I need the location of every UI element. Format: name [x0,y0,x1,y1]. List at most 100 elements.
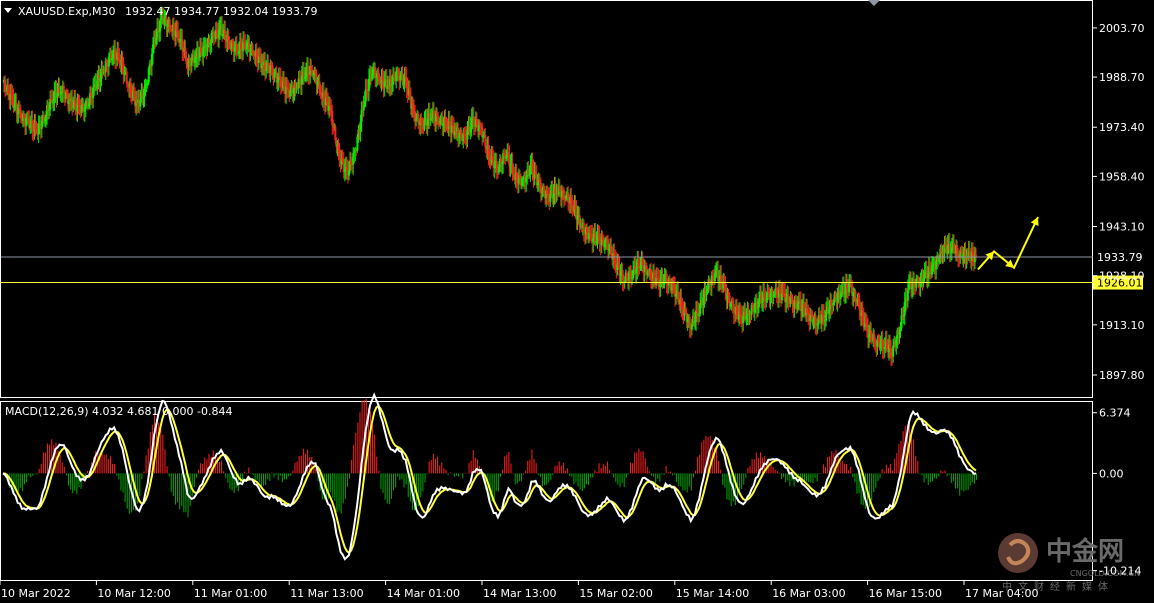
macd-histogram-bar [42,452,44,474]
macd-histogram-bar [579,473,581,490]
macd-histogram-bar [334,473,336,502]
macd-histogram-bar [665,465,667,474]
macd-histogram-bar [424,473,426,483]
macd-histogram-bar [931,473,933,482]
macd-histogram-bar [671,473,673,476]
macd-y-tick-label: 0.00 [1099,467,1124,480]
macd-histogram-bar [959,473,961,496]
macd-histogram-bar [145,455,147,474]
macd-histogram-bar [388,473,390,505]
macd-histogram-bar [143,471,145,474]
macd-histogram-bar [141,473,143,480]
macd-histogram-bar [292,470,294,474]
macd-histogram-bar [636,452,638,474]
macd-histogram-bar [344,473,346,499]
macd-histogram-bar [669,471,671,474]
macd-histogram-bar [204,457,206,474]
macd-histogram-bar [774,469,776,474]
y-tick-label: 2003.70 [1099,22,1145,35]
macd-histogram-bar [160,428,162,474]
macd-histogram-bar [63,466,65,474]
macd-histogram-bar [799,473,801,477]
macd-histogram-bar [455,473,457,476]
macd-histogram-bar [619,473,621,488]
macd-histogram-bar [476,459,478,474]
macd-histogram-bar [518,473,520,482]
macd-histogram-bar [810,473,812,483]
macd-histogram-bar [330,473,332,493]
x-tick-label: 11 Mar 13:00 [290,587,363,600]
macd-histogram-bar [976,473,977,480]
macd-histogram-bar [753,459,755,474]
x-tick-label: 15 Mar 14:00 [676,587,749,600]
macd-histogram-bar [256,473,258,480]
macd-histogram-bar [890,464,892,474]
macd-histogram-bar [520,473,522,482]
macd-histogram-bar [776,470,778,474]
macd-histogram-bar [382,473,384,493]
macd-histogram-bar [955,473,957,489]
macd-histogram-bar [667,472,669,474]
macd-histogram-bar [302,448,304,474]
macd-histogram-bar [19,473,21,488]
macd-histogram-bar [267,473,269,480]
macd-histogram-bar [445,469,447,474]
macd-histogram-bar [386,473,388,504]
macd-histogram-bar [390,473,392,499]
macd-histogram-bar [778,472,780,474]
macd-histogram-bar [437,456,439,474]
macd-histogram-bar [613,473,615,478]
macd-histogram-bar [967,473,969,490]
macd-histogram-bar [688,473,690,487]
macd-histogram-bar [957,473,959,489]
macd-histogram-bar [634,452,636,474]
macd-histogram-bar [374,434,376,474]
macd-histogram-bar [124,473,126,503]
macd-histogram-bar [103,454,105,474]
macd-histogram-bar [785,473,787,483]
macd-histogram-bar [74,473,76,491]
macd-histogram-bar [107,459,109,474]
macd-histogram-bar [70,473,72,490]
macd-histogram-bar [577,473,579,487]
macd-histogram-bar [550,473,552,481]
macd-histogram-bar [695,470,697,474]
macd-histogram-bar [68,473,70,486]
macd-y-tick-label: -10.214 [1099,565,1141,578]
macd-histogram-bar [116,473,118,476]
macd-histogram-bar [451,473,453,474]
macd-histogram-bar [917,460,919,474]
macd-histogram-bar [273,473,275,478]
macd-histogram-bar [678,473,680,486]
y-tick-label: 1943.10 [1099,221,1145,234]
macd-histogram-bar [193,473,195,488]
macd-histogram-bar [887,468,889,474]
macd-histogram-bar [881,469,883,474]
macd-histogram-bar [558,461,560,474]
macd-histogram-bar [659,473,661,482]
macd-histogram-bar [944,470,946,474]
macd-histogram-bar [850,466,852,474]
macd-histogram-bar [965,473,967,491]
macd-histogram-bar [248,467,250,474]
macd-histogram-bar [934,473,936,479]
macd-histogram-bar [948,473,950,475]
y-tick-label: 1928.10 [1099,270,1145,283]
macd-histogram-bar [969,473,971,486]
macd-histogram-bar [277,473,279,481]
macd-histogram-bar [938,473,940,477]
macd-histogram-bar [539,473,541,477]
macd-histogram-bar [271,472,273,474]
macd-histogram-bar [525,470,527,474]
macd-histogram-bar [793,473,795,487]
macd-histogram-bar [281,473,283,483]
macd-histogram-bar [229,473,231,489]
macd-histogram-bar [594,470,596,474]
macd-histogram-bar [623,473,625,488]
macd-histogram-bar [168,473,170,477]
macd-histogram-bar [927,473,929,485]
macd-histogram-bar [661,473,663,475]
y-tick-label: 1913.10 [1099,319,1145,332]
macd-histogram-bar [531,449,533,474]
macd-histogram-bar [701,442,703,474]
